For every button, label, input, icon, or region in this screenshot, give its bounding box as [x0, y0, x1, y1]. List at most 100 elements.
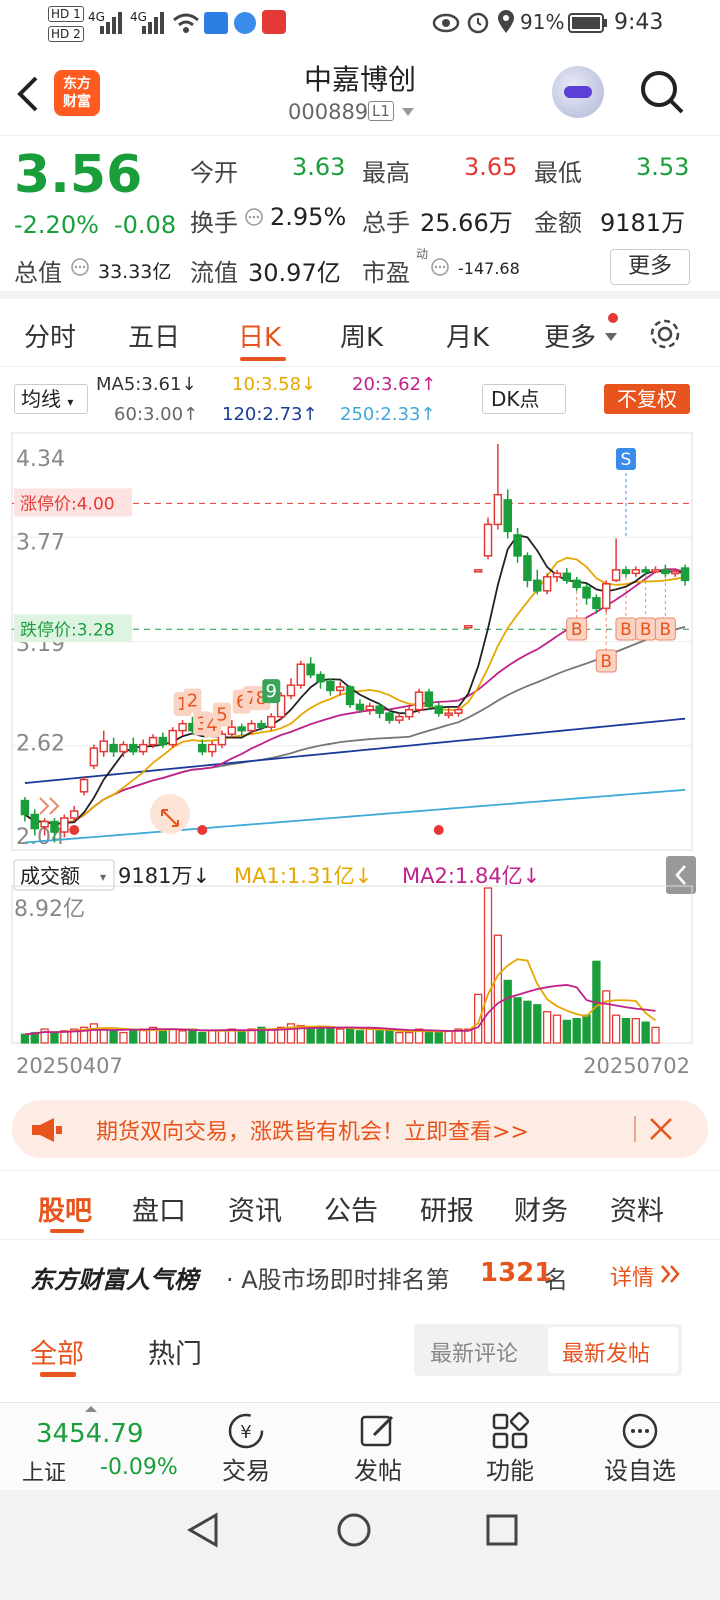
- sort-latest-post[interactable]: 最新发帖: [562, 1336, 650, 1368]
- open-label: 今开: [190, 159, 238, 187]
- index-name[interactable]: 上证: [22, 1455, 66, 1487]
- candle-body: [552, 572, 562, 578]
- adjust-toggle[interactable]: 不复权: [604, 384, 690, 414]
- candle-body: [69, 810, 79, 819]
- collapse-up-icon[interactable]: [84, 1405, 98, 1413]
- candlestick-chart[interactable]: 4.343.773.192.622.04涨停价:4.00跌停价:3.281234…: [0, 428, 720, 1098]
- candle-body: [483, 523, 493, 557]
- buy-marker: B: [640, 620, 652, 640]
- y-tick-label: 4.34: [16, 447, 65, 472]
- candle-body: [20, 799, 30, 816]
- tab-intraday[interactable]: 分时: [24, 317, 76, 354]
- candle-body: [562, 572, 572, 582]
- tab-monthly-k[interactable]: 月K: [446, 317, 489, 354]
- banner-text[interactable]: 期货双向交易，涨跌皆有机会！立即查看>>: [96, 1114, 529, 1146]
- volume-bar: [198, 1031, 207, 1044]
- index-change[interactable]: -0.09%: [100, 1455, 178, 1480]
- dk-point-selector[interactable]: DK点: [482, 384, 566, 414]
- candle-body: [454, 708, 463, 714]
- index-value[interactable]: 3454.79: [36, 1419, 144, 1449]
- tab-five-day[interactable]: 五日: [128, 317, 180, 354]
- candle-body: [385, 712, 394, 721]
- change-amount: -0.08: [114, 211, 177, 239]
- volume-selector: 成交额: [20, 864, 80, 888]
- tab-profile[interactable]: 资料: [610, 1189, 664, 1228]
- candle-body: [79, 778, 89, 793]
- system-home-icon[interactable]: [336, 1512, 372, 1548]
- candle-body: [40, 820, 49, 828]
- volume-bar: [651, 1026, 660, 1044]
- promo-banner[interactable]: 期货双向交易，涨跌皆有机会！立即查看>>: [12, 1100, 708, 1158]
- nav-add-watchlist[interactable]: 设自选: [600, 1411, 680, 1486]
- tab-all-indicator: [40, 1372, 76, 1377]
- level-badge[interactable]: L1: [368, 101, 394, 121]
- tab-hot[interactable]: 热门: [148, 1332, 202, 1371]
- double-chevron-right-icon[interactable]: [660, 1264, 682, 1284]
- td-sequence-label: 5: [216, 705, 227, 726]
- candle-body: [119, 743, 128, 753]
- candle-body: [661, 569, 670, 575]
- volume-bar: [602, 990, 611, 1044]
- info-icon-pe[interactable]: [430, 257, 450, 277]
- sell-marker: S: [621, 450, 632, 470]
- volume-bar: [493, 934, 503, 1044]
- buy-marker: B: [620, 620, 632, 640]
- chevron-down-icon[interactable]: [400, 106, 416, 118]
- bottom-nav: 3454.79 上证 -0.09% ¥ 交易 发帖 功能 设自选: [0, 1402, 720, 1492]
- system-recents-icon[interactable]: [486, 1514, 518, 1546]
- info-icon-mcap[interactable]: [70, 257, 90, 277]
- app-notification-icon: [204, 12, 228, 34]
- candle-body: [404, 708, 414, 718]
- more-button[interactable]: 更多: [610, 249, 690, 285]
- tab-daily-k[interactable]: 日K: [238, 317, 281, 354]
- trade-icon: ¥: [228, 1413, 264, 1449]
- candle-body: [473, 569, 483, 573]
- tab-finance[interactable]: 财务: [514, 1189, 568, 1228]
- info-icon[interactable]: [244, 207, 264, 227]
- float-cap-value: 30.97亿: [248, 259, 341, 287]
- candle-body: [680, 567, 690, 582]
- candle-body: [158, 736, 168, 746]
- rank-detail-link[interactable]: 详情: [610, 1260, 654, 1292]
- nav-post[interactable]: 发帖: [338, 1411, 418, 1486]
- tab-announcements[interactable]: 公告: [324, 1189, 378, 1228]
- popularity-rank[interactable]: 东方财富人气榜 · A股市场即时排名第 1321 名 详情: [0, 1248, 720, 1304]
- tab-pankou[interactable]: 盘口: [132, 1189, 186, 1228]
- tab-all[interactable]: 全部: [30, 1332, 84, 1371]
- volume-bar: [158, 1030, 168, 1044]
- candle-body: [227, 726, 237, 735]
- ma-selector[interactable]: 均线 ▾: [14, 384, 88, 414]
- pe-label: 市盈: [362, 259, 410, 287]
- rank-number: 1321: [480, 1258, 553, 1288]
- nav-trade[interactable]: ¥ 交易: [206, 1411, 286, 1486]
- assistant-avatar[interactable]: [552, 66, 604, 118]
- system-back-icon[interactable]: [186, 1512, 220, 1548]
- volume-ma2: MA2:1.84亿↓: [402, 864, 540, 888]
- candle-body: [523, 555, 532, 582]
- settings-icon[interactable]: [646, 315, 684, 353]
- candle-body: [434, 705, 443, 714]
- nav-functions[interactable]: 功能: [470, 1411, 550, 1486]
- tab-news[interactable]: 资讯: [228, 1189, 282, 1228]
- tab-guba[interactable]: 股吧: [38, 1189, 92, 1228]
- tab-research[interactable]: 研报: [420, 1189, 474, 1228]
- volume-bar: [572, 1018, 581, 1044]
- battery-icon: [568, 13, 607, 33]
- kline-tabs: 分时 五日 日K 周K 月K 更多: [0, 305, 720, 367]
- ma20-line: [24, 568, 686, 826]
- candle-body: [345, 686, 355, 706]
- dropdown-icon[interactable]: [604, 331, 618, 343]
- volume-ma1: MA1:1.31亿↓: [234, 864, 372, 888]
- close-icon[interactable]: [648, 1116, 674, 1142]
- tab-more[interactable]: 更多: [544, 317, 596, 354]
- volume-bar: [306, 1026, 315, 1044]
- volume-bar: [395, 1031, 404, 1044]
- volume-bar: [434, 1031, 443, 1044]
- quote-panel: 3.56 -2.20% -0.08 今开 3.63 最高 3.65 最低 3.5…: [0, 137, 720, 299]
- search-icon[interactable]: [638, 68, 686, 116]
- tab-weekly-k[interactable]: 周K: [340, 317, 383, 354]
- volume-bar: [533, 1004, 542, 1044]
- sort-latest-comment[interactable]: 最新评论: [430, 1336, 518, 1368]
- volume-bar: [336, 1028, 345, 1044]
- candle-body: [641, 569, 650, 573]
